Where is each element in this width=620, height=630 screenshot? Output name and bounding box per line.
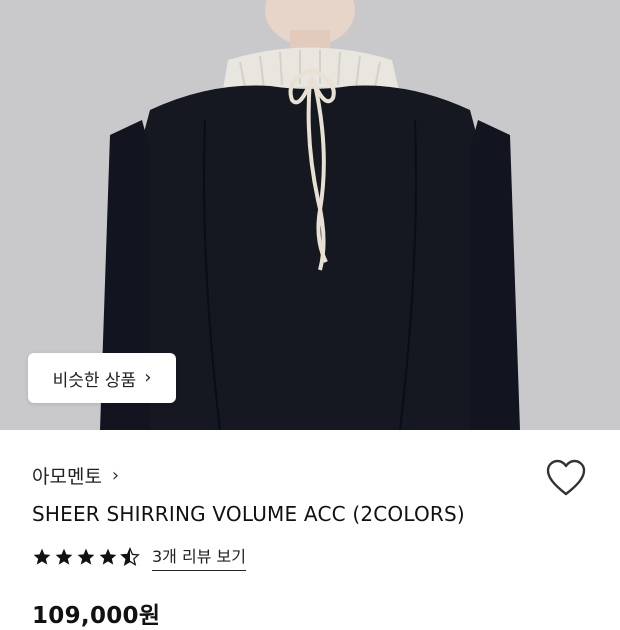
chevron-right-icon: › [144,367,152,388]
star-half-icon [120,547,140,567]
wishlist-heart-icon[interactable] [545,458,587,498]
rating-row: 3개 리뷰 보기 [32,543,246,571]
product-title: SHEER SHIRRING VOLUME ACC (2COLORS) [32,502,465,526]
similar-products-label: 비슷한 상품 [52,370,137,391]
star-full-icon [33,548,51,565]
star-full-icon [99,548,117,565]
star-full-icon [55,548,73,565]
star-full-icon [77,548,95,565]
rating-stars [32,547,140,567]
chevron-right-icon: › [111,465,120,486]
brand-link[interactable]: 아모멘토 › [32,462,119,489]
similar-products-button[interactable]: 비슷한 상품 › [28,353,176,403]
review-link[interactable]: 3개 리뷰 보기 [152,543,246,571]
product-price: 109,000원 [32,603,161,629]
brand-name: 아모멘토 [32,466,102,488]
product-image[interactable]: 비슷한 상품 › [0,0,620,430]
